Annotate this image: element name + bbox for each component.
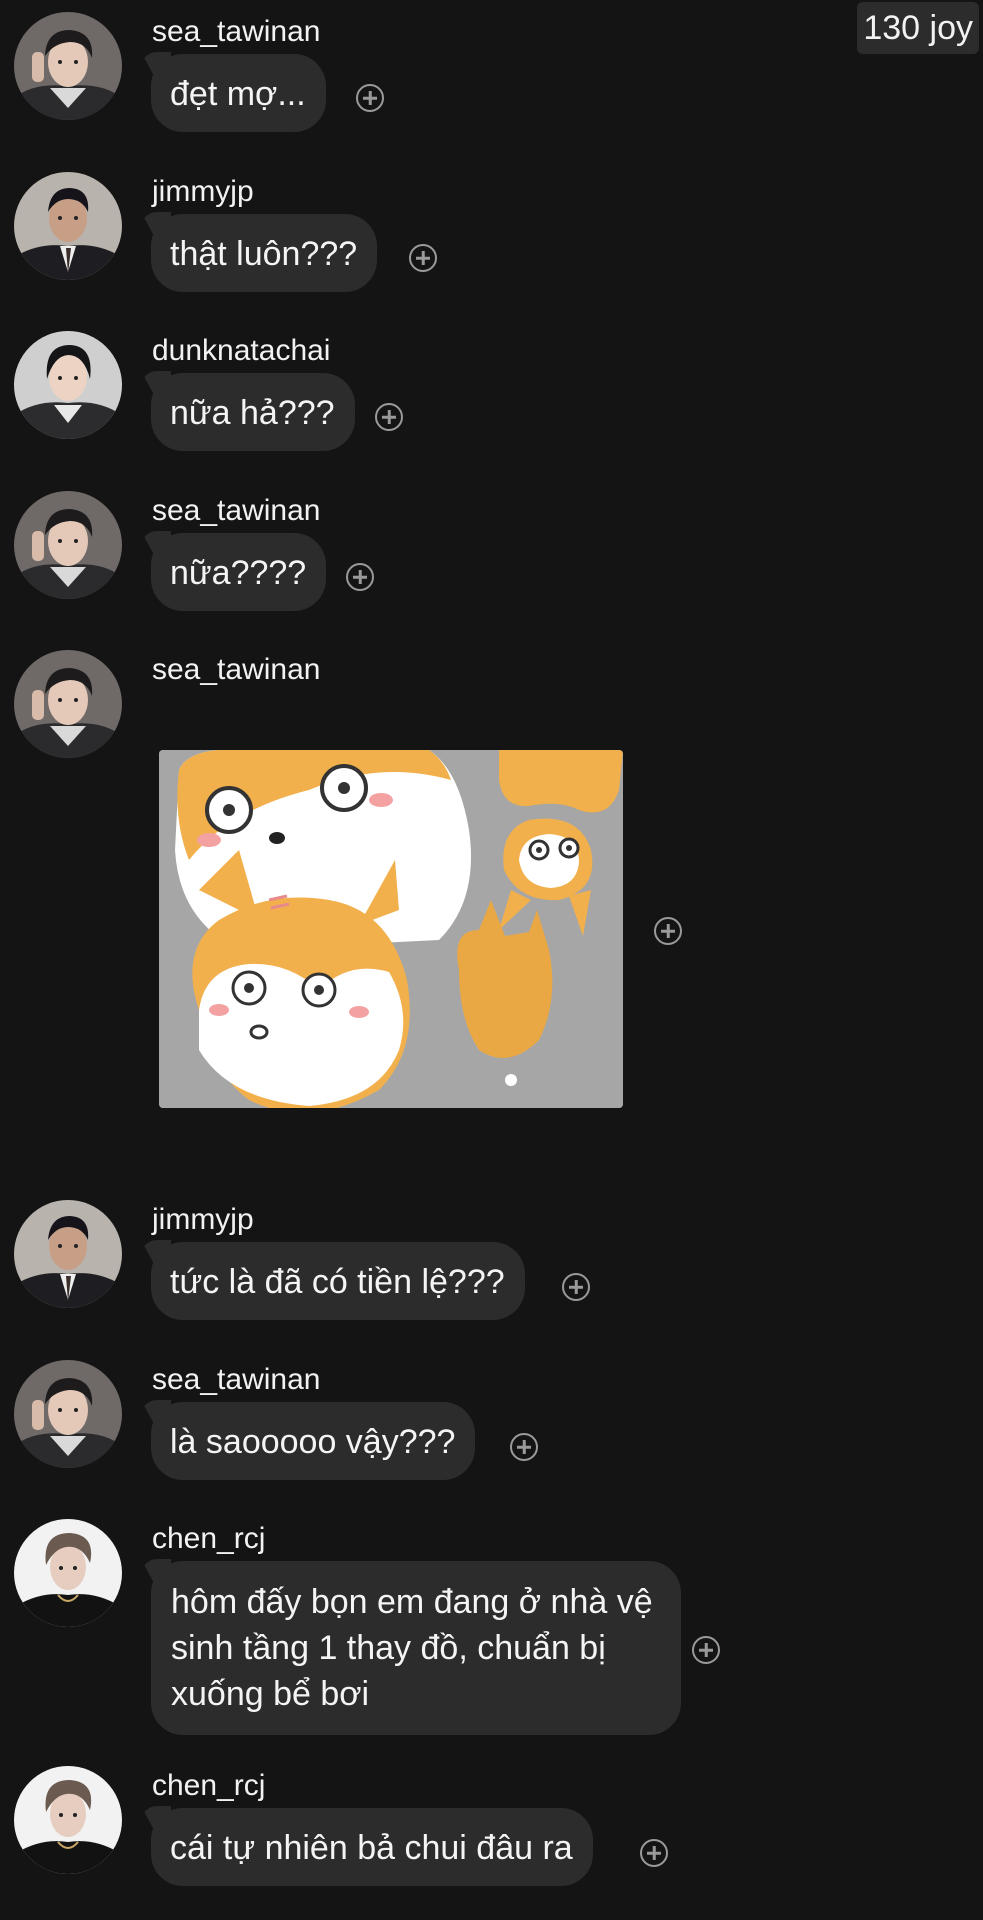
add-reaction-icon[interactable] — [562, 1273, 590, 1301]
add-reaction-icon[interactable] — [654, 917, 682, 945]
message-bubble[interactable]: đẹt mợ... — [151, 54, 326, 132]
username[interactable]: jimmyjp — [152, 1202, 254, 1238]
add-reaction-icon[interactable] — [640, 1839, 668, 1867]
avatar[interactable] — [14, 1360, 122, 1468]
add-reaction-icon[interactable] — [692, 1636, 720, 1664]
username[interactable]: chen_rcj — [152, 1521, 265, 1557]
username[interactable]: dunknatachai — [152, 333, 330, 369]
avatar[interactable] — [14, 12, 122, 120]
avatar[interactable] — [14, 650, 122, 758]
username[interactable]: jimmyjp — [152, 174, 254, 210]
avatar[interactable] — [14, 172, 122, 280]
add-reaction-icon[interactable] — [409, 244, 437, 272]
message-bubble[interactable]: thật luôn??? — [151, 214, 378, 292]
username[interactable]: chen_rcj — [152, 1768, 265, 1804]
message-bubble[interactable]: tức là đã có tiền lệ??? — [151, 1242, 525, 1320]
username[interactable]: sea_tawinan — [152, 1362, 320, 1398]
add-reaction-icon[interactable] — [346, 563, 374, 591]
username[interactable]: sea_tawinan — [152, 652, 320, 688]
chat-message: sea_tawinan nữa???? — [14, 491, 964, 611]
message-bubble[interactable]: nữa???? — [151, 533, 327, 611]
username[interactable]: sea_tawinan — [152, 14, 320, 50]
chat-message: dunknatachai nữa hả??? — [14, 331, 964, 451]
shiba-dogs-sticker[interactable] — [159, 750, 623, 1108]
add-reaction-icon[interactable] — [375, 403, 403, 431]
avatar[interactable] — [14, 1519, 122, 1627]
chat-message: jimmyjp tức là đã có tiền lệ??? — [14, 1200, 964, 1320]
chat-message: sea_tawinan đẹt mợ... — [14, 12, 964, 132]
add-reaction-icon[interactable] — [356, 84, 384, 112]
avatar[interactable] — [14, 491, 122, 599]
avatar[interactable] — [14, 1766, 122, 1874]
add-reaction-icon[interactable] — [510, 1433, 538, 1461]
message-bubble[interactable]: nữa hả??? — [151, 373, 355, 451]
chat-message: chen_rcj cái tự nhiên bả chui đâu ra — [14, 1766, 964, 1886]
message-bubble[interactable]: hôm đấy bọn em đang ở nhà vệ sinh tầng 1… — [151, 1561, 681, 1735]
message-bubble[interactable]: là saooooo vậy??? — [151, 1402, 476, 1480]
avatar[interactable] — [14, 331, 122, 439]
username[interactable]: sea_tawinan — [152, 493, 320, 529]
message-bubble[interactable]: cái tự nhiên bả chui đâu ra — [151, 1808, 593, 1886]
avatar[interactable] — [14, 1200, 122, 1308]
chat-message: jimmyjp thật luôn??? — [14, 172, 964, 292]
chat-message: sea_tawinan — [14, 650, 964, 1120]
chat-message: chen_rcj hôm đấy bọn em đang ở nhà vệ si… — [14, 1519, 964, 1739]
chat-message: sea_tawinan là saooooo vậy??? — [14, 1360, 964, 1480]
